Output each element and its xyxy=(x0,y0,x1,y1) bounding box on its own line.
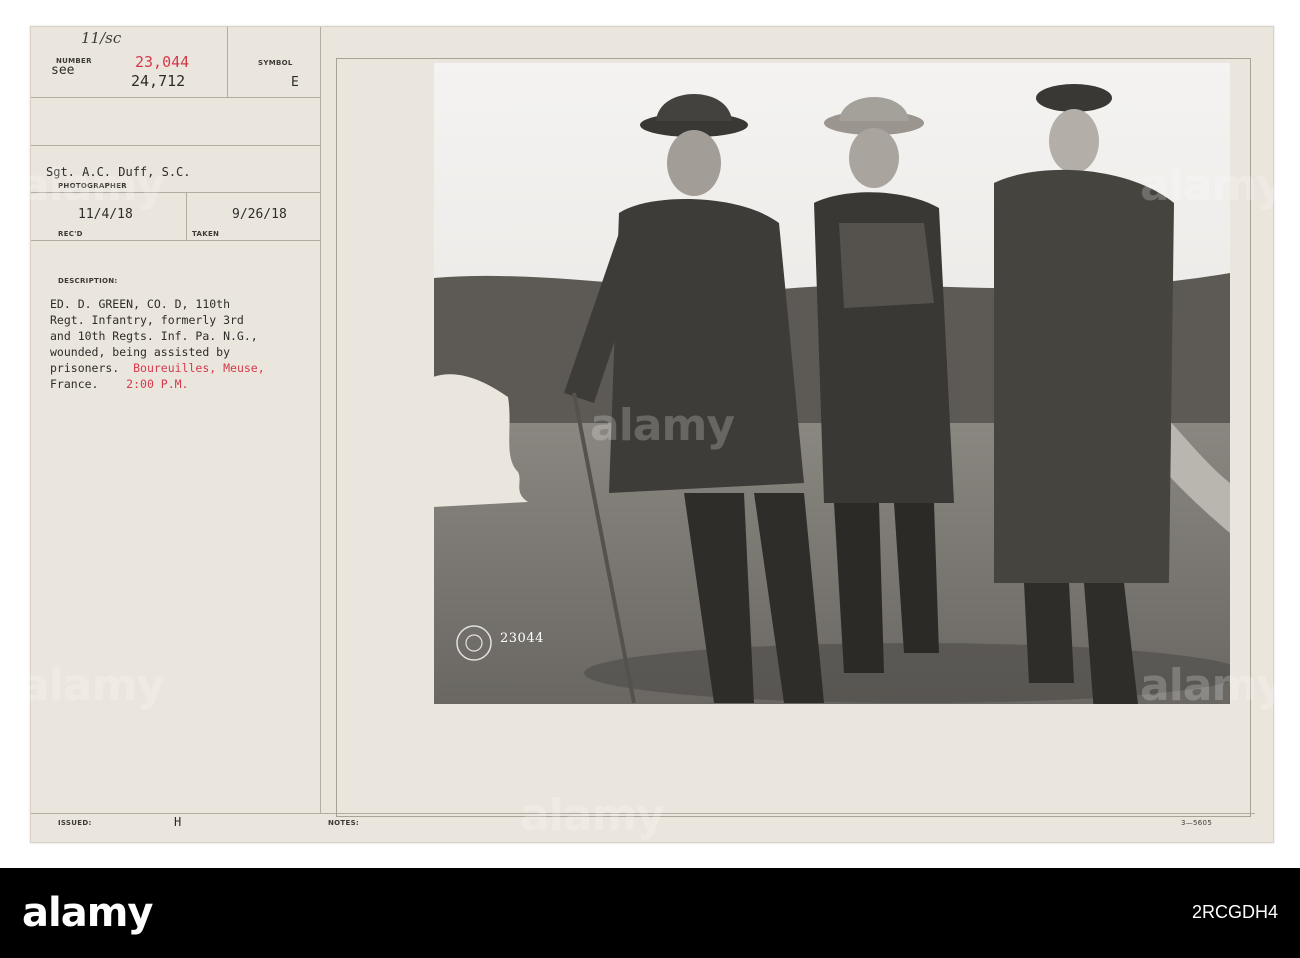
issued-value: H xyxy=(174,815,182,829)
watermark-bar: alamy 2RCGDH4 xyxy=(0,868,1300,958)
form-code: 3—5605 xyxy=(1181,819,1213,827)
description-text: ED. D. GREEN, CO. D, 110th Regt. Infantr… xyxy=(50,296,350,392)
description-place: Boureuilles, Meuse, xyxy=(133,361,265,375)
form-rule xyxy=(31,145,320,146)
symbol-value: E xyxy=(291,75,299,90)
photograph-illustration xyxy=(434,63,1230,704)
form-rule xyxy=(320,27,321,813)
description-line: and 10th Regts. Inf. Pa. N.G., xyxy=(50,329,258,343)
form-rule xyxy=(31,240,320,241)
form-rule xyxy=(186,192,187,240)
taken-date: 9/26/18 xyxy=(232,207,287,222)
alamy-logo: alamy xyxy=(22,890,153,936)
photo-stamp-number: 23044 xyxy=(500,631,544,646)
watermark-logo: alamy xyxy=(20,660,165,711)
watermark-logo: alamy xyxy=(1140,160,1285,211)
description-text-part: France. xyxy=(50,377,99,391)
image-id: 2RCGDH4 xyxy=(1191,902,1278,922)
number-primary: 23,044 xyxy=(135,53,190,71)
paper-fold xyxy=(433,374,528,507)
watermark-logo: alamy xyxy=(20,160,165,211)
description-line: Regt. Infantry, formerly 3rd xyxy=(50,313,244,327)
description-label: DESCRIPTION: xyxy=(58,277,118,285)
description-line: wounded, being assisted by xyxy=(50,345,231,359)
received-label: REC'D xyxy=(58,230,83,238)
description-line: ED. D. GREEN, CO. D, 110th xyxy=(50,297,231,311)
number-secondary: 24,712 xyxy=(131,72,186,90)
handwritten-note: 11/sc xyxy=(81,29,122,47)
watermark-logo: alamy xyxy=(1140,660,1285,711)
photograph: 23044 xyxy=(434,63,1230,704)
symbol-label: SYMBOL xyxy=(258,59,293,67)
signal-corps-seal-icon xyxy=(456,625,492,661)
form-rule xyxy=(227,27,228,97)
watermark-logo: alamy xyxy=(590,400,735,451)
issued-label: ISSUED: xyxy=(58,819,92,827)
description-line: France. 2:00 P.M. xyxy=(50,376,350,392)
notes-label: NOTES: xyxy=(328,819,360,827)
description-time: 2:00 P.M. xyxy=(126,377,189,391)
see-label: see xyxy=(51,63,75,78)
form-rule xyxy=(31,97,320,98)
watermark-logo: alamy xyxy=(520,790,665,841)
taken-label: TAKEN xyxy=(192,230,220,238)
description-text-part: prisoners. xyxy=(50,361,120,375)
description-line: prisoners. Boureuilles, Meuse, xyxy=(50,360,350,376)
